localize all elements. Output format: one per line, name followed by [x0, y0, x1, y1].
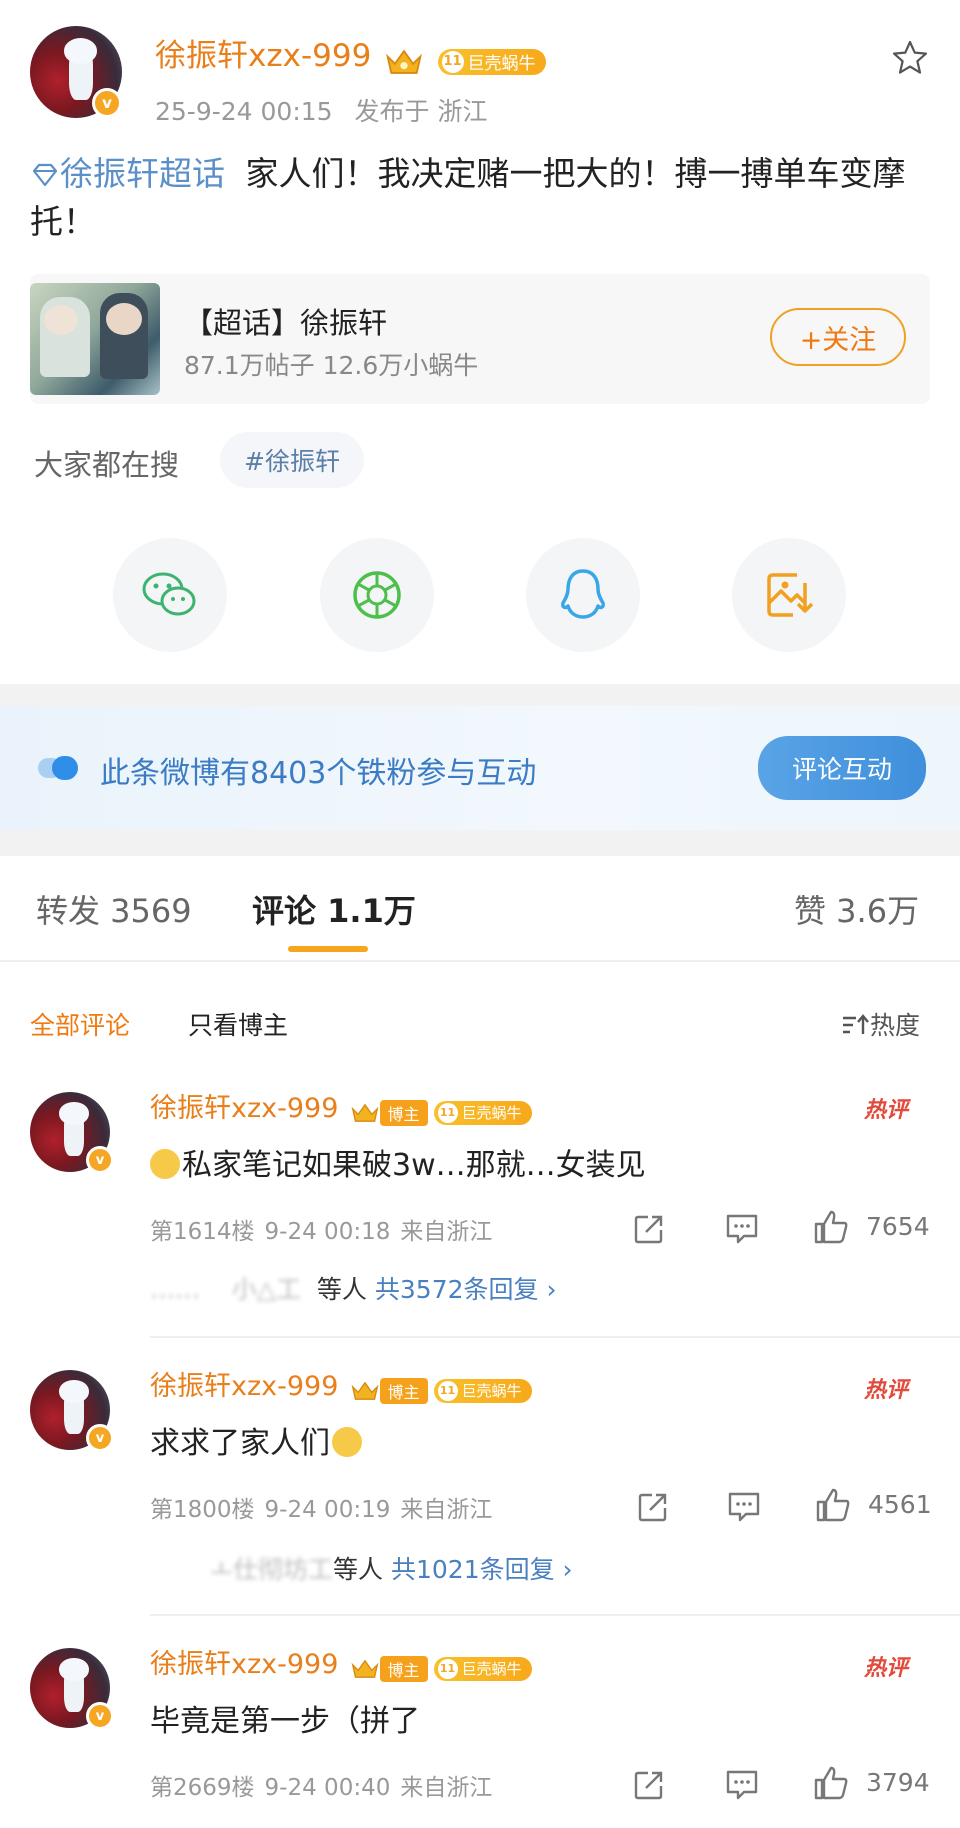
share-icon[interactable] — [632, 1212, 666, 1246]
sort-icon — [843, 1014, 869, 1034]
verified-badge: v — [92, 88, 122, 118]
tab-active-indicator — [288, 946, 368, 952]
comment-like-count: 4561 — [868, 1490, 932, 1519]
verified-badge: v — [86, 1702, 114, 1730]
topic-card-title: 【超话】徐振轩 — [184, 306, 388, 340]
diamond-icon — [32, 163, 58, 187]
save-image-icon — [767, 573, 814, 617]
tabs-divider — [0, 960, 960, 962]
like-thumb-icon[interactable] — [812, 1764, 850, 1802]
share-icon[interactable] — [632, 1768, 666, 1802]
search-tag-button[interactable]: #徐振轩 — [220, 432, 364, 488]
comment-text: 求求了家人们 — [150, 1418, 362, 1462]
moments-icon — [353, 571, 401, 619]
hot-comment-tag: 热评 — [864, 1098, 909, 1123]
comment-like-count: 3794 — [866, 1768, 930, 1797]
level-badge[interactable]: 11 巨壳蜗牛 — [433, 1656, 532, 1681]
owner-badge: 博主 — [379, 1655, 428, 1682]
comment-author-name[interactable]: 徐振轩xzx-999 — [150, 1093, 338, 1124]
crying-emoji-icon — [150, 1149, 180, 1179]
comment-replies-link[interactable]: ㅗ仕彻坊工等人 共1021条回复 › — [210, 1550, 573, 1586]
comment-meta: 第1800楼 9-24 00:19 来自浙江 — [150, 1497, 493, 1523]
star-favorite-icon[interactable] — [890, 38, 930, 78]
level-badge[interactable]: 11 巨壳蜗牛 — [433, 1100, 532, 1125]
comment-meta: 第1614楼 9-24 00:18 来自浙江 — [150, 1219, 493, 1245]
comment-meta: 第2669楼 9-24 00:40 来自浙江 — [150, 1775, 493, 1801]
filter-owner-only[interactable]: 只看博主 — [188, 1006, 288, 1042]
post-timestamp: 25-9-24 00:15 — [155, 97, 333, 126]
post-meta: 25-9-24 00:15 发布于 浙江 — [155, 92, 487, 128]
share-icon[interactable] — [636, 1490, 670, 1524]
comment-author-row: 徐振轩xzx-999 博主 11 巨壳蜗牛 — [150, 1086, 532, 1126]
owner-badge: 博主 — [379, 1099, 428, 1126]
sort-by-heat[interactable]: 热度 — [840, 1006, 920, 1042]
crown-icon — [351, 1381, 378, 1400]
share-moments-button[interactable] — [320, 538, 434, 652]
fans-toggle-icon — [38, 756, 78, 780]
comment-interact-button[interactable]: 评论互动 — [758, 736, 926, 800]
section-divider — [0, 684, 960, 706]
comment-text: 毕竟是第一步（拼了 — [150, 1704, 420, 1739]
crying-emoji-icon — [332, 1427, 362, 1457]
owner-badge: 博主 — [379, 1377, 428, 1404]
level-badge[interactable]: 11 巨壳蜗牛 — [437, 48, 546, 75]
verified-badge: v — [86, 1146, 114, 1174]
topic-thumbnail — [30, 283, 160, 395]
tab-like[interactable]: 赞 3.6万 — [794, 886, 919, 932]
filter-all-comments[interactable]: 全部评论 — [30, 1006, 130, 1042]
crown-icon — [386, 49, 423, 74]
wechat-icon — [142, 572, 196, 616]
post-location: 发布于 浙江 — [354, 97, 488, 126]
comment-author-name[interactable]: 徐振轩xzx-999 — [150, 1371, 338, 1402]
comment-replies-link[interactable]: …… 小△工 等人 共3572条回复 › — [150, 1270, 556, 1306]
topic-card[interactable]: 【超话】徐振轩 87.1万帖子 12.6万小蜗牛 +关注 — [30, 274, 930, 404]
topic-link[interactable]: 徐振轩超话 — [30, 154, 225, 193]
qq-icon — [561, 569, 605, 619]
like-thumb-icon[interactable] — [812, 1208, 850, 1246]
post-author-row: 徐振轩xzx-999 11 巨壳蜗牛 — [155, 30, 546, 77]
fans-banner[interactable]: 此条微博有8403个铁粉参与互动 评论互动 — [0, 706, 960, 830]
comment-author-row: 徐振轩xzx-999 博主 11 巨壳蜗牛 — [150, 1364, 532, 1404]
comment-divider — [150, 1614, 960, 1616]
post-body: 徐振轩超话 家人们！我决定赌一把大的！搏一搏单车变摩托！ — [30, 150, 930, 246]
hot-comment-tag: 热评 — [864, 1656, 909, 1681]
fans-banner-text: 此条微博有8403个铁粉参与互动 — [100, 756, 537, 791]
comment-icon[interactable] — [726, 1490, 762, 1524]
post-author-name[interactable]: 徐振轩xzx-999 — [155, 38, 371, 74]
follow-button[interactable]: +关注 — [770, 308, 906, 366]
comment-text: 私家笔记如果破3w…那就…女装见 — [150, 1140, 646, 1184]
tab-comment[interactable]: 评论 1.1万 — [252, 886, 416, 932]
share-qq-button[interactable] — [526, 538, 640, 652]
section-divider-2 — [0, 830, 960, 856]
comment-icon[interactable] — [724, 1212, 760, 1246]
save-image-button[interactable] — [732, 538, 846, 652]
topic-card-stats: 87.1万帖子 12.6万小蜗牛 — [184, 351, 479, 380]
comment-like-count: 7654 — [866, 1212, 930, 1241]
comment-author-row: 徐振轩xzx-999 博主 11 巨壳蜗牛 — [150, 1642, 532, 1682]
crown-icon — [351, 1659, 378, 1678]
comment-divider — [150, 1336, 960, 1338]
level-badge[interactable]: 11 巨壳蜗牛 — [433, 1378, 532, 1403]
comment-author-name[interactable]: 徐振轩xzx-999 — [150, 1649, 338, 1680]
crown-icon — [351, 1103, 378, 1122]
verified-badge: v — [86, 1424, 114, 1452]
tab-repost[interactable]: 转发 3569 — [36, 886, 192, 932]
comment-icon[interactable] — [724, 1768, 760, 1802]
searching-label: 大家都在搜 — [34, 448, 180, 482]
like-thumb-icon[interactable] — [814, 1486, 852, 1524]
share-wechat-button[interactable] — [113, 538, 227, 652]
hot-comment-tag: 热评 — [864, 1378, 909, 1403]
